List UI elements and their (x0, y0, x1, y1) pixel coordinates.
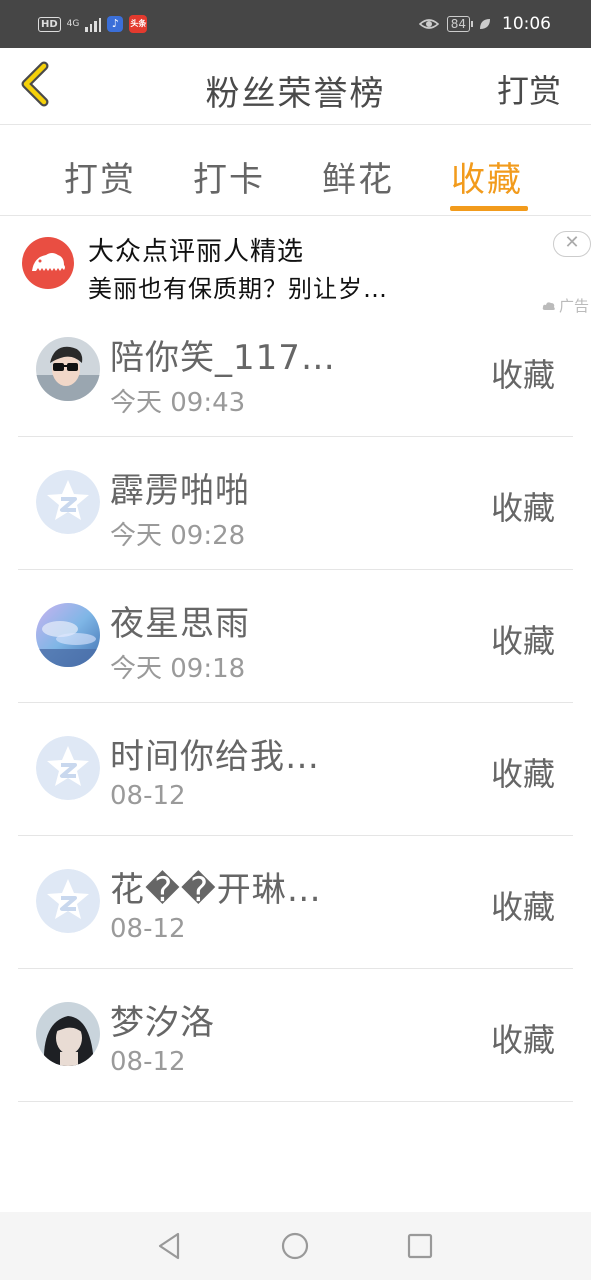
tab-favorites[interactable]: 收藏 (451, 152, 523, 201)
battery-indicator: 84 (446, 16, 474, 32)
avatar (36, 1002, 100, 1066)
action-label: 收藏 (490, 489, 555, 527)
status-right: 84 10:06 (418, 12, 551, 36)
favorites-list: 陪你笑_117… 今天 09:43 收藏 霹雳啪啪 今天 09:28 收藏 夜星… (18, 304, 573, 1102)
timestamp: 今天 09:18 (110, 654, 246, 684)
user-name: 时间你给我… (110, 737, 320, 777)
network-type: 4G (66, 18, 80, 29)
ad-close-button[interactable]: ✕ (553, 231, 591, 257)
back-triangle-icon[interactable] (154, 1230, 186, 1262)
avatar (36, 337, 100, 401)
music-app-icon: ♪ (107, 16, 124, 32)
active-tab-indicator (450, 206, 528, 211)
recents-square-icon[interactable] (404, 1230, 436, 1262)
action-label: 收藏 (490, 755, 555, 793)
leaf-icon (480, 19, 490, 29)
user-name: 夜星思雨 (110, 604, 250, 644)
clock: 10:06 (502, 14, 551, 34)
list-item[interactable]: 陪你笑_117… 今天 09:43 收藏 (18, 304, 573, 437)
action-label: 收藏 (490, 356, 555, 394)
news-app-icon: 头条 (129, 15, 148, 33)
list-item[interactable]: 梦汐洛 08-12 收藏 (18, 969, 573, 1102)
default-avatar-icon (36, 470, 100, 534)
action-label: 收藏 (490, 1021, 555, 1059)
signal-icon (85, 16, 102, 32)
ad-banner[interactable]: 大众点评丽人精选 美丽也有保质期？别让岁… ✕ 广告 (0, 217, 591, 317)
user-name: 花��开琳… (110, 870, 322, 910)
list-item[interactable]: 花��开琳… 08-12 收藏 (18, 836, 573, 969)
action-label: 收藏 (490, 622, 555, 660)
eye-comfort-icon (418, 19, 439, 29)
user-name: 陪你笑_117… (110, 338, 336, 378)
close-icon: ✕ (564, 232, 580, 253)
home-circle-icon[interactable] (279, 1230, 311, 1262)
status-bar: HD 4G ♪ 头条 84 10:06 (0, 0, 591, 48)
user-name: 梦汐洛 (110, 1003, 215, 1043)
list-item[interactable]: 霹雳啪啪 今天 09:28 收藏 (18, 437, 573, 570)
default-avatar-icon (36, 869, 100, 933)
timestamp: 08-12 (110, 1047, 186, 1077)
user-name: 霹雳啪啪 (110, 471, 250, 511)
tab-checkin[interactable]: 打卡 (193, 152, 265, 201)
status-left: HD 4G ♪ 头条 (38, 12, 148, 36)
ad-description: 美丽也有保质期？别让岁… (88, 275, 388, 303)
app-header: 粉丝荣誉榜 打赏 (0, 48, 591, 125)
action-label: 收藏 (490, 888, 555, 926)
reward-button[interactable]: 打赏 (497, 66, 561, 112)
system-nav-bar (0, 1212, 591, 1280)
list-item[interactable]: 时间你给我… 08-12 收藏 (18, 703, 573, 836)
timestamp: 08-12 (110, 781, 186, 811)
ad-title: 大众点评丽人精选 (88, 237, 305, 267)
timestamp: 今天 09:28 (110, 521, 246, 551)
tab-reward[interactable]: 打赏 (64, 152, 136, 201)
list-item[interactable]: 夜星思雨 今天 09:18 收藏 (18, 570, 573, 703)
timestamp: 08-12 (110, 914, 186, 944)
default-avatar-icon (36, 736, 100, 800)
tab-bar: 打赏 打卡 鲜花 收藏 (0, 126, 591, 216)
ad-logo-icon (22, 237, 74, 289)
hd-indicator: HD (38, 16, 61, 32)
tab-flowers[interactable]: 鲜花 (322, 152, 394, 201)
timestamp: 今天 09:43 (110, 388, 246, 418)
avatar (36, 603, 100, 667)
